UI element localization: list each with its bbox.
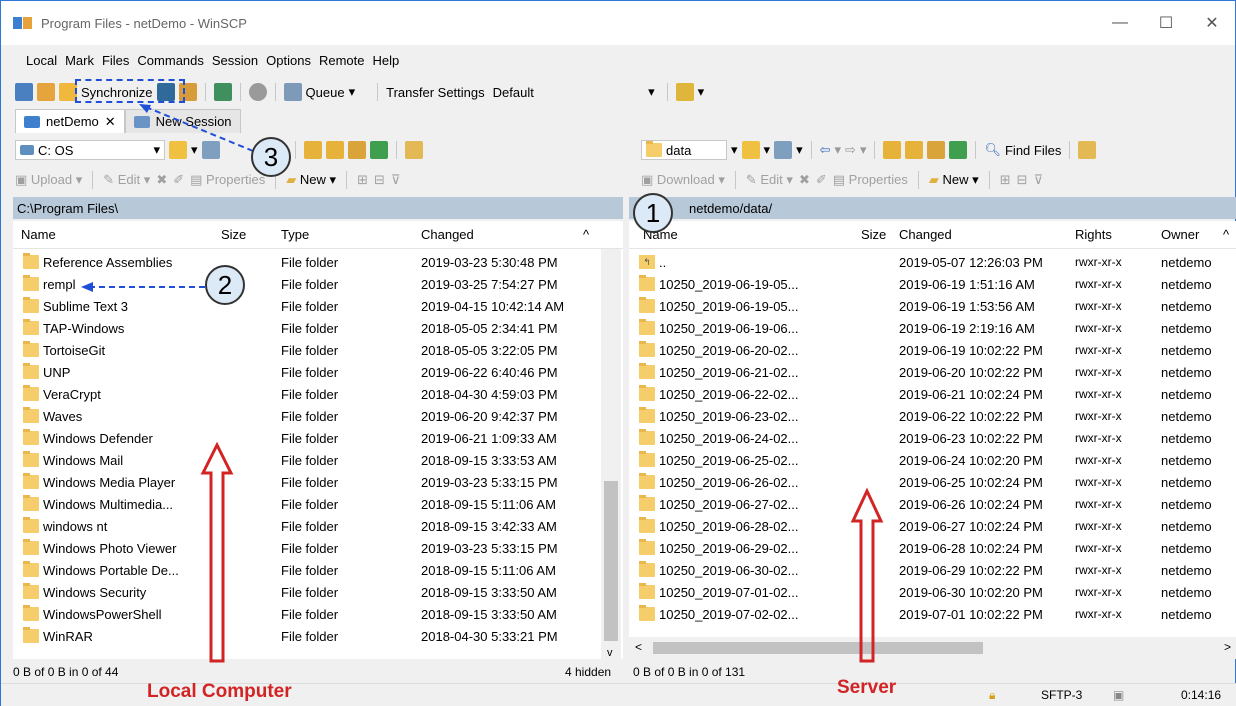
annotation-badge-3: 3 — [251, 137, 291, 177]
winscp-window: Program Files - netDemo - WinSCP — ☐ ✕ L… — [0, 0, 1236, 706]
annotation-badge-2: 2 — [205, 265, 245, 305]
local-up-arrow — [200, 441, 234, 663]
arrow-3-head — [139, 104, 151, 113]
server-label: Server — [837, 677, 897, 698]
annotation-badge-1: 1 — [633, 193, 673, 233]
arrow-2-head — [81, 282, 93, 292]
local-computer-label: Local Computer — [147, 681, 292, 702]
arrow-3-line — [140, 104, 254, 152]
annotation-arrows — [81, 104, 884, 663]
server-up-arrow — [850, 487, 884, 663]
